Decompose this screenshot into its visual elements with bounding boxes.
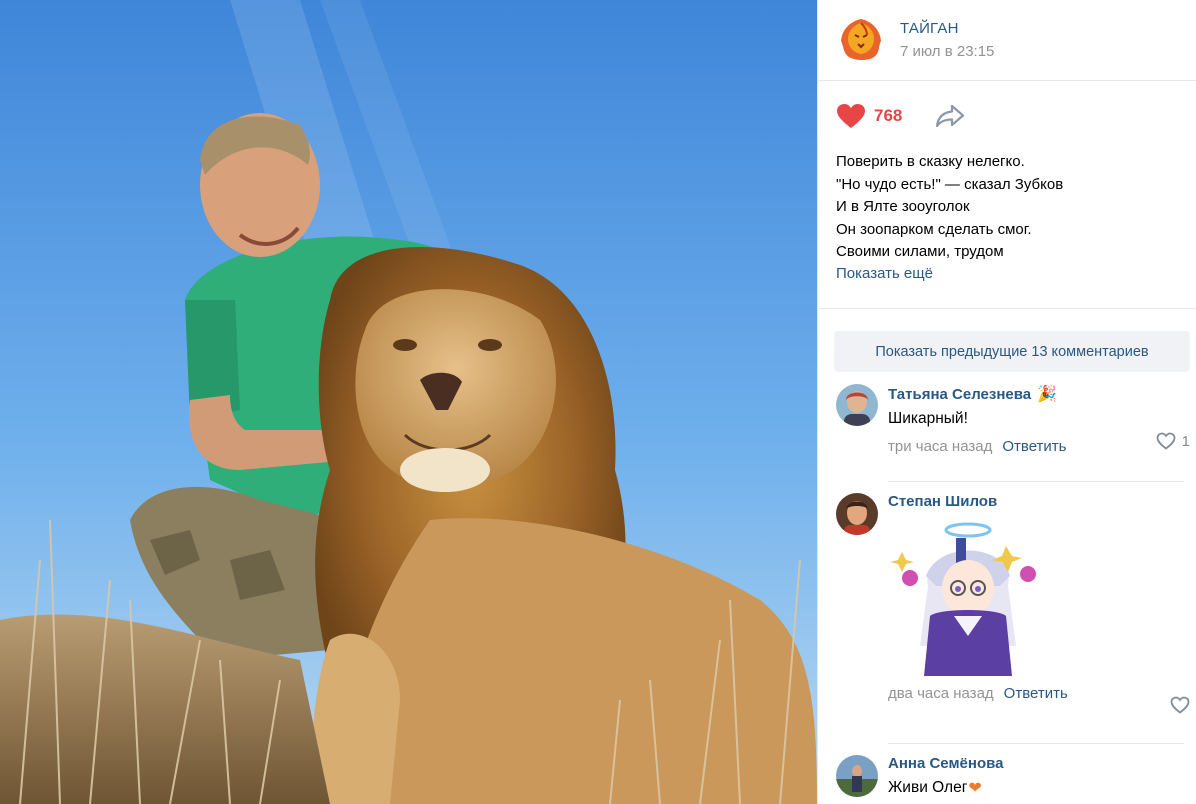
comment-meta: три часа назад Ответить <box>888 438 1190 455</box>
divider <box>818 308 1196 309</box>
heart-outline-icon <box>1156 432 1176 450</box>
photo-lion-and-man <box>0 0 817 804</box>
comment-body: Степан Шилов два часа назад Ответить <box>888 493 1190 702</box>
heart-icon <box>837 104 865 128</box>
post-header-text: ТАЙГАН 7 июл в 23:15 <box>900 20 994 60</box>
post-text: Поверить в сказку нелегко. "Но чудо есть… <box>818 151 1196 264</box>
reply-button[interactable]: Ответить <box>1002 438 1066 455</box>
post-date[interactable]: 7 июл в 23:15 <box>900 43 994 60</box>
comment-author[interactable]: Степан Шилов <box>888 493 1190 510</box>
orange-heart-emoji: ❤ <box>968 780 982 797</box>
post-text-line: И в Ялте зооуголок <box>836 198 970 215</box>
comment-text: Живи Олег ❤ <box>888 779 982 797</box>
post-viewer: ТАЙГАН 7 июл в 23:15 768 Поверить в сказ… <box>0 0 1196 804</box>
comment-meta: два часа назад Ответить <box>888 685 1190 702</box>
like-button[interactable]: 768 <box>836 103 902 129</box>
show-more-link[interactable]: Показать ещё <box>818 265 933 282</box>
post-text-line: Поверить в сказку нелегко. <box>836 153 1025 170</box>
lion-logo-icon <box>841 19 881 60</box>
post-text-line: Своими силами, трудом <box>836 243 1004 260</box>
post-side-panel: ТАЙГАН 7 июл в 23:15 768 Поверить в сказ… <box>817 0 1196 804</box>
comment-like-button[interactable] <box>1170 696 1190 714</box>
comment-item: Анна Семёнова Живи Олег ❤ <box>836 755 1190 804</box>
comment-time[interactable]: три часа назад <box>888 438 992 455</box>
heart-outline-icon <box>1170 696 1190 714</box>
post-text-line: "Но чудо есть!" — сказал Зубков <box>836 175 1064 193</box>
share-arrow-icon <box>936 104 965 128</box>
share-button[interactable] <box>934 103 966 129</box>
party-emoji: 🎉 <box>1037 386 1058 403</box>
comment-item: Татьяна Селезнева 🎉 Шикарный! три часа н… <box>836 384 1190 464</box>
avatar[interactable] <box>836 493 878 535</box>
post-text-line: Он зоопарком сделать смог. <box>836 220 1032 238</box>
group-avatar[interactable] <box>836 15 886 65</box>
comment-author[interactable]: Анна Семёнова <box>888 755 1190 772</box>
comment-item: Степан Шилов два часа назад Ответить <box>836 493 1190 723</box>
post-actions: 768 <box>818 81 1196 151</box>
comment-body: Анна Семёнова Живи Олег ❤ <box>888 755 1190 798</box>
reply-button[interactable]: Ответить <box>1004 685 1068 702</box>
show-previous-comments-button[interactable]: Показать предыдущие 13 комментариев <box>834 331 1190 372</box>
sticker[interactable] <box>888 516 1190 681</box>
comment-body: Татьяна Селезнева 🎉 Шикарный! три часа н… <box>888 384 1190 456</box>
post-header: ТАЙГАН 7 июл в 23:15 <box>818 0 1196 81</box>
like-count: 768 <box>874 106 903 125</box>
divider <box>888 481 1184 482</box>
comment-like-count: 1 <box>1181 432 1190 450</box>
comment-time[interactable]: два часа назад <box>888 685 994 702</box>
post-photo[interactable] <box>0 0 817 804</box>
comment-text: Шикарный! <box>888 410 968 427</box>
divider <box>888 743 1184 744</box>
anime-girl-sticker <box>890 522 1036 676</box>
group-name[interactable]: ТАЙГАН <box>900 20 994 37</box>
comment-author[interactable]: Татьяна Селезнева 🎉 <box>888 384 1190 404</box>
avatar[interactable] <box>836 384 878 426</box>
avatar[interactable] <box>836 755 878 797</box>
comment-like-button[interactable]: 1 <box>1156 432 1190 450</box>
